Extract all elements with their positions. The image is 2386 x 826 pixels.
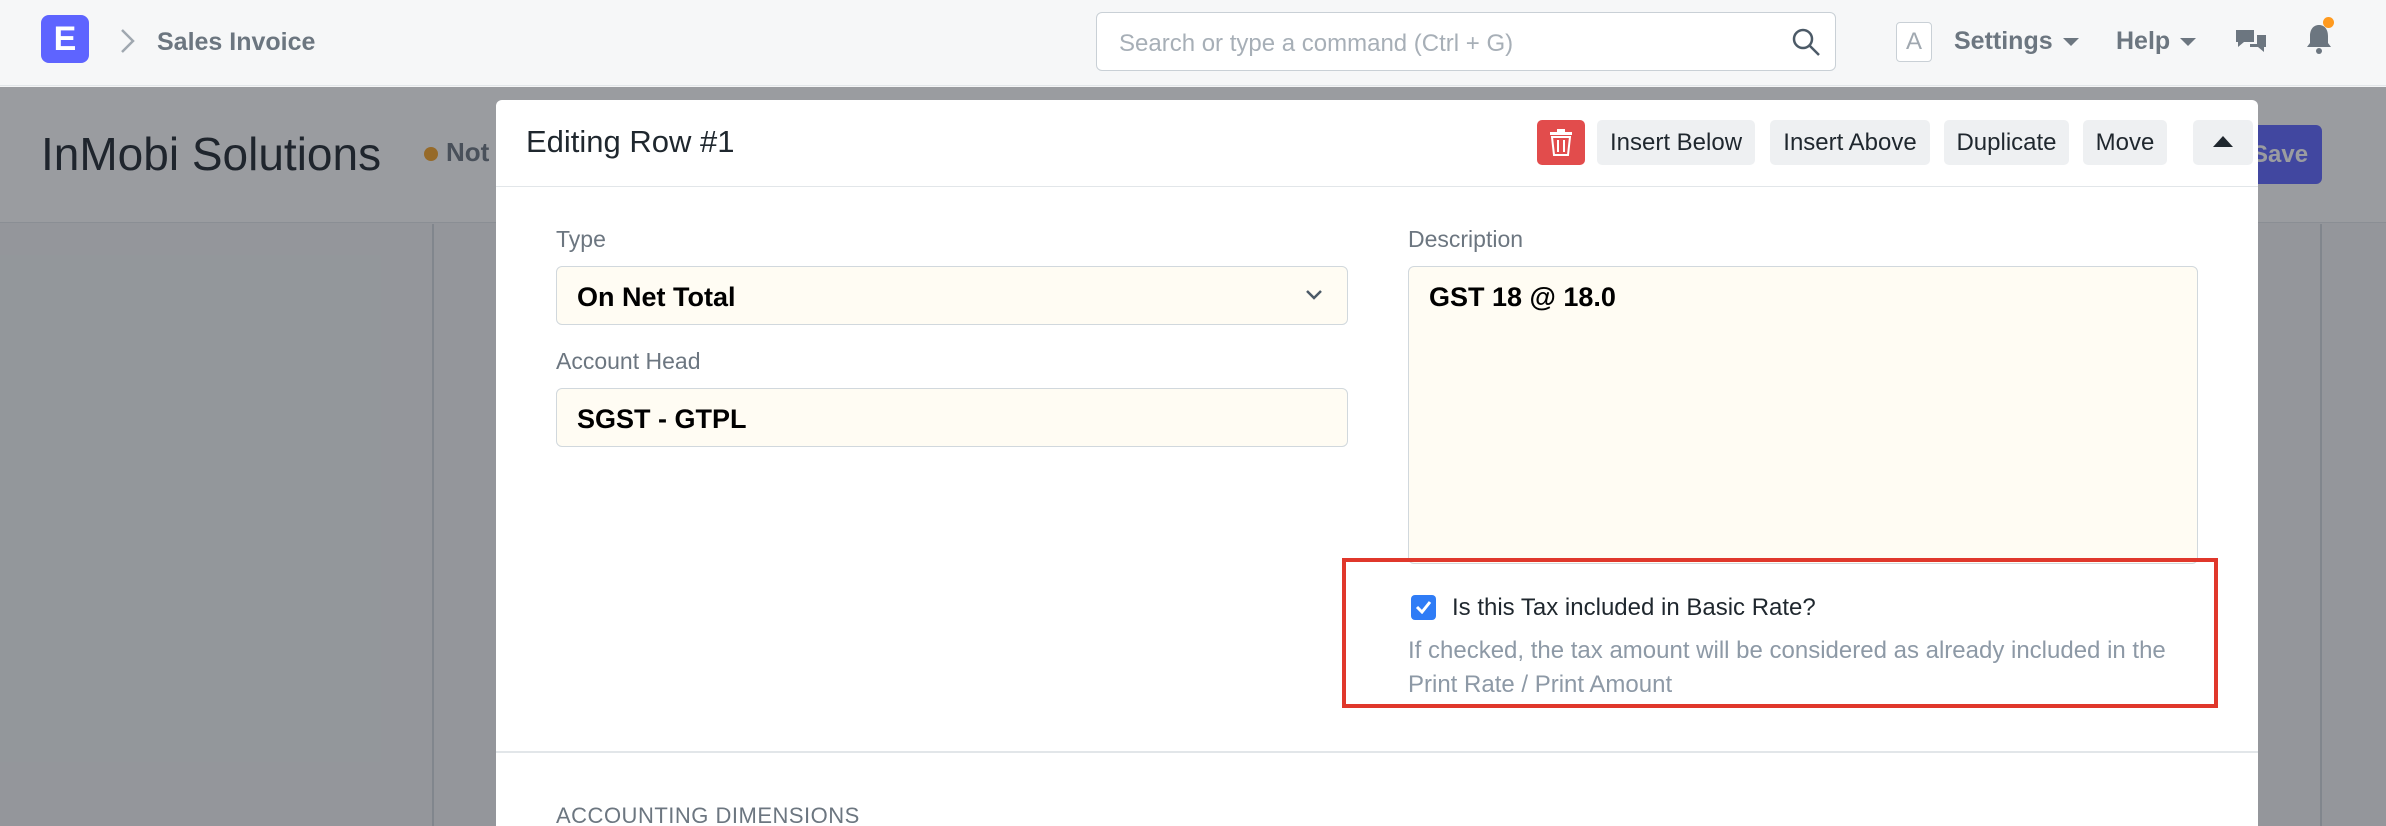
chevron-down-icon <box>1306 290 1322 300</box>
notification-dot <box>2323 17 2334 28</box>
description-label: Description <box>1408 226 1524 252</box>
account-head-label: Account Head <box>556 348 701 374</box>
tax-included-checkbox[interactable] <box>1411 595 1436 620</box>
search-input[interactable]: Search or type a command (Ctrl + G) <box>1096 12 1836 71</box>
insert-above-button[interactable]: Insert Above <box>1770 120 1930 165</box>
tax-included-label[interactable]: Is this Tax included in Basic Rate? <box>1452 594 1816 622</box>
duplicate-button[interactable]: Duplicate <box>1944 120 2069 165</box>
insert-below-button[interactable]: Insert Below <box>1597 120 1755 165</box>
delete-row-button[interactable] <box>1537 120 1585 165</box>
search-icon <box>1792 28 1820 56</box>
caret-up-icon <box>2213 136 2233 147</box>
account-head-field[interactable]: SGST - GTPL <box>556 388 1348 447</box>
move-button[interactable]: Move <box>2083 120 2167 165</box>
type-select[interactable]: On Net Total <box>556 266 1348 325</box>
checkmark-icon <box>1415 601 1432 614</box>
top-navbar: E Sales Invoice Search or type a command… <box>0 0 2386 86</box>
search-placeholder: Search or type a command (Ctrl + G) <box>1119 30 1514 57</box>
chevron-right-icon <box>121 29 135 53</box>
type-value: On Net Total <box>577 282 736 312</box>
caret-down-icon <box>2062 38 2079 47</box>
breadcrumb-sales-invoice[interactable]: Sales Invoice <box>157 28 315 57</box>
caret-down-icon <box>2180 38 2197 47</box>
dialog-title: Editing Row #1 <box>526 124 735 159</box>
app-logo[interactable]: E <box>41 15 89 63</box>
help-menu[interactable]: Help <box>2116 27 2197 56</box>
type-label: Type <box>556 226 606 252</box>
trash-icon <box>1550 129 1572 156</box>
help-label: Help <box>2116 27 2171 55</box>
accounting-dimensions-heading[interactable]: ACCOUNTING DIMENSIONS <box>556 803 860 826</box>
account-head-value: SGST - GTPL <box>577 404 747 434</box>
description-textarea[interactable]: GST 18 @ 18.0 <box>1408 266 2198 564</box>
tax-included-help-text: If checked, the tax amount will be consi… <box>1408 637 2166 698</box>
description-value: GST 18 @ 18.0 <box>1429 282 1616 312</box>
dialog-header: Editing Row #1 Insert Below Insert Above… <box>496 100 2258 187</box>
avatar[interactable]: A <box>1896 22 1932 62</box>
chat-icon[interactable] <box>2234 24 2268 58</box>
settings-menu[interactable]: Settings <box>1954 27 2079 56</box>
settings-label: Settings <box>1954 27 2053 55</box>
collapse-button[interactable] <box>2193 120 2253 165</box>
section-divider <box>496 751 2258 753</box>
